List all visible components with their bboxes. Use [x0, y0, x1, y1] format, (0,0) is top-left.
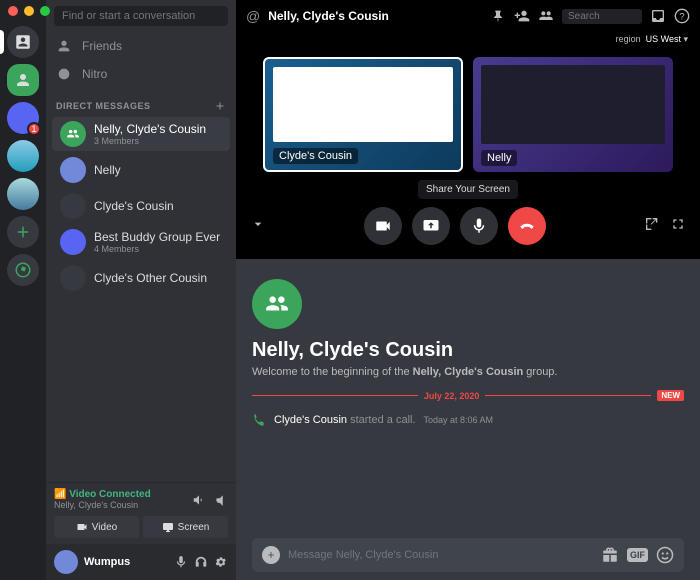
emoji-icon[interactable]: [656, 546, 674, 564]
server-active[interactable]: [7, 64, 39, 96]
message-input[interactable]: Message Nelly, Clyde's Cousin GIF: [252, 538, 684, 572]
help-icon[interactable]: ?: [674, 8, 690, 24]
dm-item[interactable]: Best Buddy Group Ever4 Members: [52, 225, 230, 259]
channel-sidebar: Find or start a conversation Friends Nit…: [46, 0, 236, 580]
server-item[interactable]: 1: [7, 102, 39, 134]
explore-button[interactable]: [7, 254, 39, 286]
settings-icon[interactable]: [214, 555, 228, 569]
screenshare-button[interactable]: [412, 207, 450, 245]
create-dm-icon[interactable]: [214, 100, 226, 112]
fullscreen-icon[interactable]: [670, 216, 686, 237]
system-message: Clyde's Cousin started a call. Today at …: [252, 413, 684, 427]
noise-suppression-icon[interactable]: [192, 493, 206, 507]
dm-item[interactable]: Clyde's Other Cousin: [52, 261, 230, 295]
disconnect-icon[interactable]: [214, 493, 228, 507]
pin-icon[interactable]: [490, 8, 506, 24]
members-icon[interactable]: [538, 8, 554, 24]
disconnect-button[interactable]: [508, 207, 546, 245]
server-list: 1: [0, 0, 46, 580]
call-area: Clyde's Cousin Nelly Share Your Screen: [236, 47, 700, 259]
gift-icon[interactable]: [601, 546, 619, 564]
at-icon: @: [246, 8, 260, 24]
add-friends-icon[interactable]: [514, 8, 530, 24]
welcome-block: Nelly, Clyde's Cousin Welcome to the beg…: [252, 279, 684, 378]
user-avatar[interactable]: [54, 550, 78, 574]
mute-button[interactable]: [460, 207, 498, 245]
attach-button[interactable]: [262, 546, 280, 564]
channel-header: @ Nelly, Clyde's Cousin Search ?: [236, 0, 700, 32]
search-input[interactable]: Search: [562, 9, 642, 24]
nitro-label: Nitro: [82, 67, 107, 81]
voice-status: 📶 Video Connected: [54, 489, 151, 500]
dm-search[interactable]: Find or start a conversation: [54, 6, 228, 26]
inbox-icon[interactable]: [650, 8, 666, 24]
friends-nav[interactable]: Friends: [46, 32, 236, 60]
camera-button[interactable]: [364, 207, 402, 245]
welcome-title: Nelly, Clyde's Cousin: [252, 339, 684, 362]
server-item[interactable]: [7, 140, 39, 172]
video-tile[interactable]: Clyde's Cousin: [263, 57, 463, 172]
main-content: @ Nelly, Clyde's Cousin Search ? region …: [236, 0, 700, 580]
dm-item[interactable]: Nelly: [52, 153, 230, 187]
dm-item[interactable]: Nelly, Clyde's Cousin3 Members: [52, 117, 230, 151]
chat-area: Nelly, Clyde's Cousin Welcome to the beg…: [236, 259, 700, 580]
home-button[interactable]: [7, 26, 39, 58]
nitro-nav[interactable]: Nitro: [46, 60, 236, 88]
popout-icon[interactable]: [644, 216, 660, 237]
video-button[interactable]: Video: [54, 516, 139, 538]
channel-title: Nelly, Clyde's Cousin: [268, 9, 482, 23]
voice-channel: Nelly, Clyde's Cousin: [54, 500, 151, 510]
svg-text:?: ?: [679, 11, 684, 21]
username: Wumpus: [84, 556, 168, 568]
server-item[interactable]: [7, 178, 39, 210]
notification-badge: 1: [27, 122, 41, 136]
user-panel: Wumpus: [46, 544, 236, 580]
chevron-down-icon[interactable]: [250, 216, 266, 237]
phone-icon: [252, 413, 266, 427]
group-avatar: [252, 279, 302, 329]
add-server-button[interactable]: [7, 216, 39, 248]
deafen-icon[interactable]: [194, 555, 208, 569]
voice-panel: 📶 Video ConnectedNelly, Clyde's Cousin V…: [46, 482, 236, 544]
video-tile[interactable]: Nelly: [473, 57, 673, 172]
screen-button[interactable]: Screen: [143, 516, 228, 538]
date-divider: July 22, 2020NEW: [252, 390, 684, 401]
dm-header: DIRECT MESSAGES: [46, 88, 236, 116]
friends-label: Friends: [82, 39, 122, 53]
gif-button[interactable]: GIF: [627, 548, 648, 562]
mute-icon[interactable]: [174, 555, 188, 569]
region-selector[interactable]: region US West ▾: [236, 32, 700, 47]
dm-item[interactable]: Clyde's Cousin: [52, 189, 230, 223]
tooltip: Share Your Screen: [418, 180, 518, 199]
